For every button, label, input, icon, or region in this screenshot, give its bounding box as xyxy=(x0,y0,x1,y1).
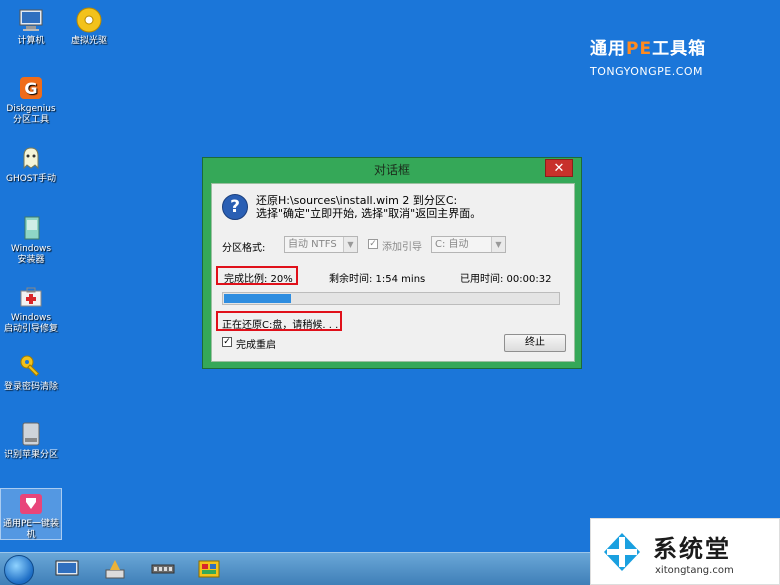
cd-drive-icon xyxy=(76,7,102,33)
dialog-body: ? 还原H:\sources\install.wim 2 到分区C: 选择"确定… xyxy=(211,183,575,362)
dialog-titlebar[interactable]: 对话框 ✕ xyxy=(203,158,581,182)
dialog-title: 对话框 xyxy=(373,163,410,177)
dialog-message: 还原H:\sources\install.wim 2 到分区C: 选择"确定"立… xyxy=(256,194,481,220)
installer-icon xyxy=(24,216,40,240)
desktop-icon-label: 识别苹果分区 xyxy=(3,450,58,460)
restart-label: 完成重启 xyxy=(236,340,276,351)
highlight-status-box xyxy=(216,311,342,331)
desktop-icon-one-click-install[interactable]: 通用PE一键装 机 xyxy=(0,488,62,540)
add-boot-checkbox[interactable]: ✓ xyxy=(368,239,378,249)
desktop-icon-label: 登录密码清除 xyxy=(3,382,58,392)
desktop-icon-virtual-drive[interactable]: 虚拟光驱 xyxy=(58,6,120,47)
hard-disk-icon xyxy=(22,422,40,446)
brand-logo: 通用PE工具箱 TONGYONGPE.COM xyxy=(590,34,750,78)
chevron-down-icon: ▼ xyxy=(491,237,505,252)
progress-fill xyxy=(224,294,291,303)
watermark-title: 系统堂 xyxy=(653,534,731,563)
desktop-icon-label: 通用PE一键装 机 xyxy=(2,519,60,540)
drive-value: C: 自动 xyxy=(435,239,469,250)
toolbox-icon[interactable] xyxy=(196,558,222,580)
brand-subtitle: TONGYONGPE.COM xyxy=(590,65,704,78)
dialog-window: 对话框 ✕ ? 还原H:\sources\install.wim 2 到分区C:… xyxy=(202,157,582,369)
start-button[interactable] xyxy=(4,555,34,585)
bottom-row: ✓ 完成重启 终止 xyxy=(222,334,566,352)
desktop-icon-boot-repair[interactable]: Windows 启动引导修复 xyxy=(0,283,62,335)
install-app-icon xyxy=(20,494,42,514)
format-label: 分区格式: xyxy=(222,243,266,254)
format-value: 自动 NTFS xyxy=(288,239,337,250)
desktop-icon-ghost[interactable]: GHOST手动 xyxy=(0,144,62,185)
progress-bar xyxy=(222,292,560,305)
desktop-icon-label: 虚拟光驱 xyxy=(70,36,107,46)
desktop-icon-label: GHOST手动 xyxy=(5,174,57,184)
desktop-icon-label: Diskgenius 分区工具 xyxy=(6,104,56,125)
close-button[interactable]: ✕ xyxy=(545,159,573,177)
question-icon: ? xyxy=(222,194,248,220)
ghost-icon xyxy=(23,147,39,170)
message-line-1: 还原H:\sources\install.wim 2 到分区C: xyxy=(256,194,458,207)
highlight-progress-box xyxy=(216,266,298,285)
cleanup-icon[interactable] xyxy=(102,558,128,580)
svg-text:G: G xyxy=(24,79,37,98)
diskgenius-icon: G xyxy=(20,77,42,99)
desktop-icon-password-clear[interactable]: 登录密码清除 xyxy=(0,352,62,393)
chevron-down-icon: ▼ xyxy=(343,237,357,252)
desktop-icon-computer[interactable]: 计算机 xyxy=(0,6,62,47)
desktop-icon-apple-partition[interactable]: 识别苹果分区 xyxy=(0,420,62,461)
format-select[interactable]: 自动 NTFS ▼ xyxy=(284,236,358,253)
repair-kit-icon xyxy=(20,287,42,307)
windows-logo-icon xyxy=(604,533,640,571)
memory-chip-icon[interactable] xyxy=(150,558,176,580)
remaining-time: 剩余时间: 1:54 mins xyxy=(329,274,426,285)
watermark-url: xitongtang.com xyxy=(655,565,734,576)
watermark: 系统堂 xitongtang.com xyxy=(590,518,780,585)
restart-checkbox[interactable]: ✓ xyxy=(222,337,232,347)
monitor-icon[interactable] xyxy=(54,558,80,580)
add-boot-label: 添加引导 xyxy=(382,242,422,253)
key-icon xyxy=(20,355,40,377)
desktop-icon-label: 计算机 xyxy=(17,36,45,46)
desktop-icon-label: Windows 启动引导修复 xyxy=(3,313,58,334)
message-line-2: 选择"确定"立即开始, 选择"取消"返回主界面。 xyxy=(256,207,482,220)
elapsed-time: 已用时间: 00:00:32 xyxy=(460,274,552,285)
drive-select[interactable]: C: 自动 ▼ xyxy=(431,236,506,253)
brand-title: 通用PE工具箱 xyxy=(590,39,707,59)
stop-button[interactable]: 终止 xyxy=(504,334,566,352)
desktop-icon-label: Windows 安装器 xyxy=(10,244,52,265)
computer-icon xyxy=(19,9,43,31)
desktop-icon-diskgenius[interactable]: G Diskgenius 分区工具 xyxy=(0,74,62,126)
options-row: 分区格式: 自动 NTFS ▼ ✓ 添加引导 C: 自动 ▼ xyxy=(222,236,566,254)
desktop-icon-windows-installer[interactable]: Windows 安装器 xyxy=(0,214,62,266)
